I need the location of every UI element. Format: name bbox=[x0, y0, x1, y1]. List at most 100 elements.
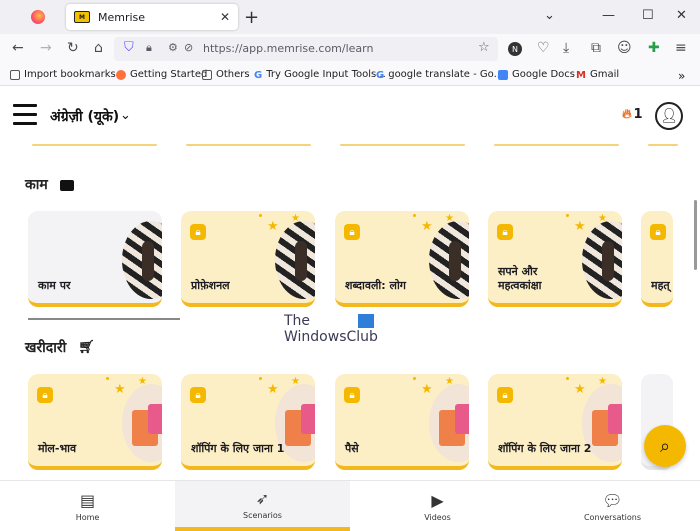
carousel-scroll-indicator bbox=[28, 318, 180, 320]
close-tab-icon[interactable]: ✕ bbox=[220, 10, 230, 24]
search-button[interactable]: ⌕ bbox=[644, 425, 686, 467]
bookmark-input-tools[interactable]: G Try Google Input Tools... bbox=[254, 69, 386, 81]
section-title-shopping: खरीदारी 🛒︎ bbox=[25, 340, 95, 356]
scenario-card[interactable]: 🔒︎ ★ ★ प्रोफ़ेशनल bbox=[181, 211, 315, 307]
bookmark-gmail[interactable]: M Gmail bbox=[576, 69, 619, 81]
url-text: https://app.memrise.com/learn bbox=[203, 42, 374, 55]
nav-home[interactable]: ▤ Home bbox=[0, 481, 175, 531]
gmail-icon: M bbox=[576, 69, 586, 81]
tab-list-chevron-icon[interactable]: ⌄ bbox=[544, 8, 555, 23]
forward-icon[interactable]: → bbox=[40, 40, 52, 56]
reload-icon[interactable]: ↻ bbox=[67, 40, 79, 56]
minimize-icon[interactable]: — bbox=[602, 8, 615, 23]
bookmarks-bar: Import bookmarks... Getting Started Othe… bbox=[0, 64, 700, 86]
scenario-card[interactable]: 🔒︎ ★ ★ शॉपिंग के लिए जाना 1 bbox=[181, 374, 315, 470]
lock-icon: 🔒︎ bbox=[344, 224, 360, 240]
bottom-nav: ▤ Home ➶ Scenarios ▶ Videos 💬︎ Conversat… bbox=[0, 480, 700, 531]
language-selector[interactable]: अंग्रेज़ी (यूके) bbox=[50, 107, 119, 126]
scenario-card[interactable]: 🔒︎ ★ ★ पैसे bbox=[335, 374, 469, 470]
scenario-card[interactable]: 🔒︎ ★ ★ शॉपिंग के लिए जाना 2 bbox=[488, 374, 622, 470]
lock-icon: 🔒︎ bbox=[497, 387, 513, 403]
app-header: अंग्रेज़ी (यूके) ⌄ 🔥︎ 1 👤︎ bbox=[0, 86, 700, 146]
page-scrollbar[interactable] bbox=[694, 200, 697, 270]
scenario-image bbox=[582, 221, 622, 299]
lock-icon: 🔒︎ bbox=[497, 224, 513, 240]
scenario-card[interactable]: 🔒︎ ★ ★ सपने और महत्वकांक्षा bbox=[488, 211, 622, 307]
bookmark-star-icon[interactable]: ☆ bbox=[478, 40, 490, 55]
lock-icon: 🔒︎ bbox=[37, 387, 53, 403]
hamburger-menu-icon[interactable] bbox=[13, 104, 37, 125]
new-tab-icon[interactable]: + bbox=[244, 7, 259, 28]
nav-scenarios[interactable]: ➶ Scenarios bbox=[175, 481, 350, 531]
tab-title: Memrise bbox=[98, 10, 146, 24]
account-avatar-icon[interactable]: ☺ bbox=[617, 40, 632, 56]
sparkle-icon bbox=[566, 214, 569, 217]
scenario-card[interactable]: 🔒︎ ★ ★ शब्दावली: लोग bbox=[335, 211, 469, 307]
tracking-shield-icon[interactable]: ⛉ bbox=[124, 40, 134, 55]
star-icon: ★ bbox=[598, 376, 607, 387]
docs-icon bbox=[498, 69, 508, 80]
permissions-icon[interactable]: ⚙ bbox=[168, 41, 178, 54]
close-window-icon[interactable]: ✕ bbox=[676, 8, 687, 23]
briefcase-icon bbox=[59, 180, 74, 191]
bookmarks-overflow-icon[interactable]: » bbox=[678, 69, 685, 83]
scenario-card[interactable]: 🔒︎ ★ ★ मोल-भाव bbox=[28, 374, 162, 470]
pocket-icon[interactable]: ♡ bbox=[537, 40, 550, 56]
chat-icon: 💬︎ bbox=[602, 490, 623, 510]
flame-icon: 🔥︎ bbox=[622, 107, 632, 122]
chevron-down-icon[interactable]: ⌄ bbox=[120, 108, 131, 123]
memrise-tab[interactable]: M Memrise ✕ bbox=[66, 4, 238, 30]
bookmark-getting-started[interactable]: Getting Started bbox=[116, 69, 207, 80]
google-icon: G bbox=[254, 69, 263, 81]
watermark-logo-icon bbox=[358, 314, 374, 328]
star-icon: ★ bbox=[291, 376, 300, 387]
sparkle-icon bbox=[413, 377, 416, 380]
nav-conversations[interactable]: 💬︎ Conversations bbox=[525, 481, 700, 531]
memrise-favicon: M bbox=[74, 11, 90, 23]
nav-videos[interactable]: ▶ Videos bbox=[350, 481, 525, 531]
bookmark-others[interactable]: Others bbox=[202, 69, 250, 80]
back-icon[interactable]: ← bbox=[12, 40, 24, 56]
star-icon: ★ bbox=[267, 382, 279, 397]
browser-tab-bar: M Memrise ✕ + ⌄ — ☐ ✕ bbox=[0, 0, 700, 34]
star-icon: ★ bbox=[267, 219, 279, 234]
maximize-icon[interactable]: ☐ bbox=[642, 8, 654, 23]
card-edge bbox=[494, 144, 619, 146]
blocked-media-icon[interactable]: ⊘ bbox=[184, 41, 193, 54]
star-icon: ★ bbox=[421, 382, 433, 397]
scenario-card[interactable]: 🔒︎ महत् bbox=[641, 211, 673, 307]
firefox-icon bbox=[31, 10, 45, 24]
star-icon: ★ bbox=[574, 382, 586, 397]
extensions-icon[interactable]: ⧉ bbox=[591, 40, 601, 56]
scenario-card[interactable]: काम पर bbox=[28, 211, 162, 307]
card-edge bbox=[340, 144, 465, 146]
scenarios-icon: ➶ bbox=[255, 488, 270, 508]
home-icon[interactable]: ⌂ bbox=[94, 40, 103, 56]
firefox-tab[interactable] bbox=[10, 4, 66, 30]
bookmark-import[interactable]: Import bookmarks... bbox=[10, 69, 125, 80]
firefox-icon bbox=[116, 69, 126, 80]
sparkle-icon bbox=[413, 214, 416, 217]
extension-n-icon[interactable]: N bbox=[508, 42, 522, 56]
import-icon bbox=[10, 69, 20, 80]
downloads-icon[interactable]: ⤓ bbox=[563, 40, 569, 56]
bookmark-google-translate[interactable]: Ggoogle translate - Go... bbox=[376, 69, 503, 81]
card-edge bbox=[32, 144, 157, 146]
sparkle-icon bbox=[566, 377, 569, 380]
sparkle-icon bbox=[259, 214, 262, 217]
extension-plus-icon[interactable]: ✚ bbox=[648, 40, 660, 56]
browser-nav-bar: ← → ↻ ⌂ ⛉ 🔒︎ ⚙ ⊘ https://app.memrise.com… bbox=[0, 34, 700, 64]
star-icon: ★ bbox=[138, 376, 147, 387]
address-bar[interactable]: ⛉ 🔒︎ ⚙ ⊘ https://app.memrise.com/learn ☆ bbox=[114, 37, 498, 61]
card-edge bbox=[186, 144, 311, 146]
star-icon: ★ bbox=[598, 213, 607, 224]
bookmark-google-docs[interactable]: Google Docs bbox=[498, 69, 575, 80]
app-menu-icon[interactable]: ≡ bbox=[675, 40, 687, 56]
sparkle-icon bbox=[106, 377, 109, 380]
streak-counter: 🔥︎ 1 bbox=[622, 107, 643, 122]
folder-icon bbox=[202, 69, 212, 80]
lock-icon: 🔒︎ bbox=[190, 387, 206, 403]
home-icon: ▤ bbox=[79, 490, 96, 510]
lock-icon[interactable]: 🔒︎ bbox=[146, 41, 152, 55]
profile-avatar-icon[interactable]: 👤︎ bbox=[655, 102, 683, 130]
